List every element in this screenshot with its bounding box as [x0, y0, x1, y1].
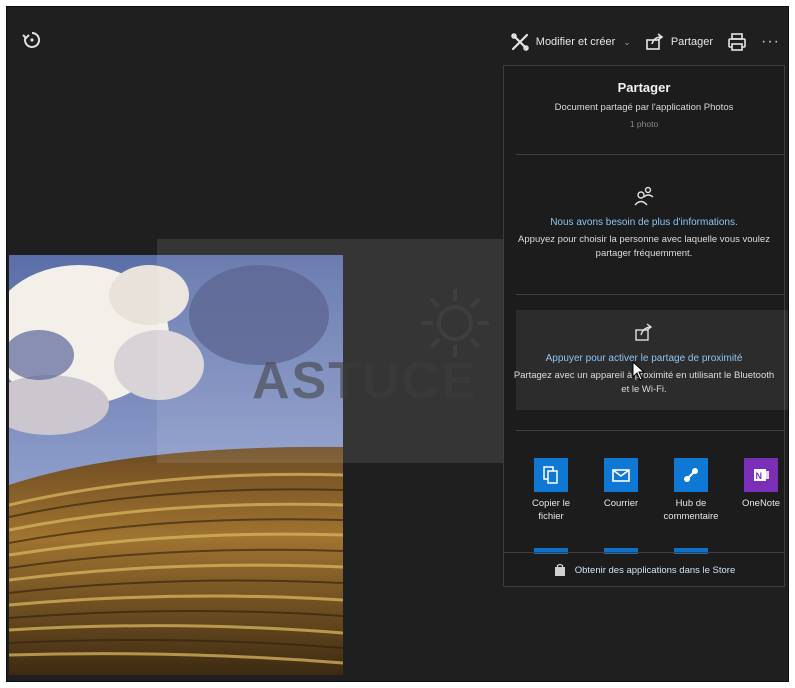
app-mail[interactable]: Courrier: [592, 458, 650, 524]
nearby-share-icon: [635, 323, 653, 341]
watermark-text: ASTUCE: [252, 352, 478, 410]
chevron-down-icon: ⌄: [623, 36, 631, 47]
copy-file-icon: [534, 458, 568, 492]
more-icon: ···: [761, 33, 780, 50]
print-button[interactable]: [727, 32, 747, 52]
mail-icon: [604, 458, 638, 492]
share-button[interactable]: Partager: [645, 33, 713, 51]
nearby-share-section[interactable]: Appuyer pour activer le partage de proxi…: [512, 320, 776, 397]
store-bag-icon: [554, 563, 565, 576]
app-label: Hub de commentaire: [663, 498, 719, 522]
app-label: Courrier: [603, 498, 639, 509]
people-section[interactable]: Nous avons besoin de plus d'informations…: [512, 184, 776, 261]
divider: [516, 154, 784, 155]
share-panel-title: Partager: [617, 80, 671, 95]
rotate-button[interactable]: [21, 29, 45, 53]
edit-create-label: Modifier et créer: [535, 36, 616, 48]
edit-create-button[interactable]: Modifier et créer ⌄: [510, 32, 631, 52]
photos-app-window: Modifier et créer ⌄ Partager ··· ASTUCE …: [6, 6, 789, 682]
divider: [516, 294, 784, 295]
store-link[interactable]: Obtenir des applications dans le Store: [504, 552, 784, 587]
divider: [516, 430, 784, 431]
people-icon: [634, 186, 654, 206]
rotate-icon: [22, 31, 41, 48]
share-icon: [646, 33, 664, 50]
app-label: OneNote: [741, 498, 781, 509]
more-options-button[interactable]: ···: [761, 33, 780, 51]
app-copy-file[interactable]: Copier le fichier: [522, 458, 580, 524]
svg-text:N: N: [756, 471, 763, 481]
share-panel-header: Partager Document partagé par l'applicat…: [504, 66, 784, 129]
share-label: Partager: [670, 36, 714, 48]
printer-icon: [728, 33, 746, 51]
store-link-label: Obtenir des applications dans le Store: [574, 564, 736, 576]
feedback-hub-icon: [674, 458, 708, 492]
app-onenote[interactable]: N OneNote: [732, 458, 788, 524]
edit-tools-icon: [511, 33, 529, 51]
top-toolbar: Modifier et créer ⌄ Partager ···: [510, 29, 780, 55]
people-description: Appuyez pour choisir la personne avec la…: [518, 234, 770, 259]
share-panel: Partager Document partagé par l'applicat…: [503, 65, 788, 587]
share-apps-list: Copier le fichier Courrier Hub de commen…: [522, 458, 788, 524]
app-feedback-hub[interactable]: Hub de commentaire: [662, 458, 720, 524]
people-link[interactable]: Nous avons besoin de plus d'informations…: [512, 217, 776, 228]
share-panel-subtitle: Document partagé par l'application Photo…: [554, 102, 734, 113]
app-label: Copier le fichier: [531, 498, 571, 522]
share-panel-count: 1 photo: [629, 119, 659, 129]
onenote-icon: N: [744, 458, 778, 492]
mouse-cursor-icon: [632, 361, 646, 381]
